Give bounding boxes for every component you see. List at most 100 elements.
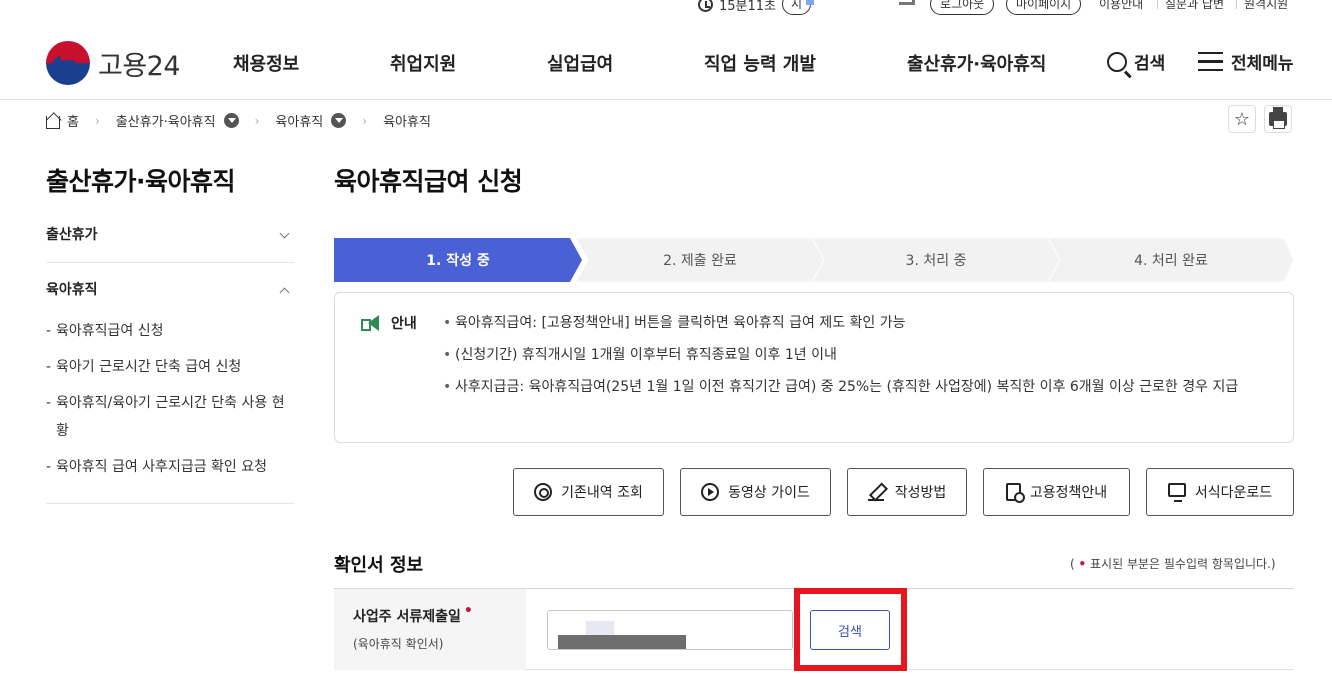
sidebar-nav: 출산휴가 육아휴직 육아휴직급여 신청 육아기 근로시간 단축 급여 신청 육아…	[46, 212, 294, 504]
utility-divider	[1236, 0, 1237, 9]
notice-item: 육아휴직급여: [고용정책안내] 버튼을 클릭하면 육아휴직 급여 제도 확인 …	[443, 309, 1263, 337]
utility-divider	[1157, 0, 1158, 9]
site-logo[interactable]: 고용24	[46, 41, 181, 85]
site-header: 고용24 채용정보 취업지원 실업급여 직업 능력 개발 출산휴가·육아휴직 검…	[0, 22, 1332, 100]
dropdown-arrow-icon[interactable]	[223, 113, 239, 128]
printer-icon	[1269, 107, 1287, 129]
nav-item-unemployment-benefit[interactable]: 실업급여	[547, 50, 613, 76]
required-mark-icon: •	[1078, 557, 1087, 571]
guide-link[interactable]: 이용안내	[1099, 0, 1143, 12]
notice-item: (신청기간) 휴직개시일 1개월 이후부터 휴직종료일 이후 1년 이내	[443, 341, 1263, 369]
history-lookup-button[interactable]: 기존내역 조회	[513, 468, 664, 516]
nav-item-vocational-training[interactable]: 직업 능력 개발	[704, 50, 816, 76]
play-icon	[701, 483, 720, 501]
chevron-right-icon: ›	[94, 113, 100, 128]
video-guide-label: 동영상 가이드	[728, 485, 810, 501]
step-2-label: 2. 제출 완료	[663, 253, 737, 269]
sidebar-item-label: 출산휴가	[46, 227, 98, 243]
header-search-label: 검색	[1134, 54, 1166, 74]
sidebar-group-parental-leave: 육아휴직 육아휴직급여 신청 육아기 근로시간 단축 급여 신청 육아휴직/육아…	[46, 267, 294, 504]
sidebar-subitem-deferred-payment[interactable]: 육아휴직 급여 사후지급금 확인 요청	[46, 453, 294, 481]
mypage-button[interactable]: 마이페이지	[1006, 0, 1082, 15]
form-label: 사업주 서류제출일 •	[353, 603, 473, 626]
megaphone-icon	[361, 315, 381, 331]
star-icon: ☆	[1233, 108, 1251, 130]
form-sublabel: (육아휴직 확인서)	[353, 637, 444, 651]
notice-item: 사후지급금: 육아휴직급여(25년 1월 1일 이전 휴직기간 급여) 중 25…	[443, 373, 1263, 401]
notice-heading-label: 안내	[391, 316, 417, 332]
all-menu-label: 전체메뉴	[1231, 54, 1294, 74]
nav-item-employment-support[interactable]: 취업지원	[390, 50, 456, 76]
at-icon	[534, 483, 553, 501]
notice-box: 안내 육아휴직급여: [고용정책안내] 버튼을 클릭하면 육아휴직 급여 제도 …	[334, 292, 1294, 443]
sidebar-item-label: 육아휴직	[46, 282, 98, 298]
chevron-up-icon	[279, 287, 290, 298]
chevron-right-icon: ›	[254, 113, 260, 128]
page-title: 육아휴직급여 신청	[334, 167, 523, 196]
chevron-down-icon	[279, 228, 290, 239]
step-2: 2. 제출 완료	[576, 238, 824, 282]
redacted-value	[558, 635, 686, 649]
breadcrumb-home[interactable]: 홈	[67, 111, 79, 130]
chevron-right-icon: ›	[362, 113, 368, 128]
header-search-button[interactable]: 검색	[1107, 49, 1165, 74]
sidebar-item-maternity-leave[interactable]: 출산휴가	[46, 212, 294, 262]
sidebar-subitem-benefit-application[interactable]: 육아휴직급여 신청	[46, 317, 294, 345]
session-timer: 15분11초 시	[698, 0, 812, 15]
print-button[interactable]	[1264, 105, 1292, 133]
required-note-open: (	[1070, 557, 1075, 571]
government-emblem-icon	[46, 41, 90, 85]
required-note: ( • 표시된 부분은 필수입력 항목입니다.)	[1070, 555, 1276, 572]
section-title: 확인서 정보	[334, 555, 424, 576]
search-icon	[1107, 51, 1127, 72]
highlight-annotation	[794, 588, 907, 671]
sidebar-subitem-usage-status[interactable]: 육아휴직/육아기 근로시간 단축 사용 현황	[46, 389, 294, 445]
document-search-icon	[1005, 483, 1025, 503]
policy-guide-label: 고용정책안내	[1029, 485, 1108, 501]
notification-icon[interactable]	[899, 0, 915, 5]
favorite-button[interactable]: ☆	[1228, 105, 1256, 133]
sidebar-subitem-reduced-hours-benefit[interactable]: 육아기 근로시간 단축 급여 신청	[46, 353, 294, 381]
step-3: 3. 처리 중	[812, 238, 1060, 282]
qa-link[interactable]: 질문과 답변	[1165, 0, 1224, 12]
how-to-write-label: 작성방법	[894, 485, 947, 501]
dropdown-arrow-icon[interactable]	[331, 113, 347, 128]
clock-icon	[698, 0, 713, 12]
utility-bar: 15분11초 시 로그아웃 마이페이지 이용안내 질문과 답변 원격지원	[0, 0, 1332, 15]
home-icon[interactable]	[46, 115, 60, 129]
logo-text: 고용24	[98, 50, 181, 82]
sidebar-title: 출산휴가·육아휴직	[46, 167, 236, 196]
history-lookup-label: 기존내역 조회	[561, 485, 643, 501]
nav-item-maternity-parental-leave[interactable]: 출산휴가·육아휴직	[907, 50, 1046, 76]
breadcrumb-item-subcategory[interactable]: 육아휴직	[275, 111, 323, 130]
logout-button[interactable]: 로그아웃	[930, 0, 995, 15]
required-mark-icon: •	[463, 603, 473, 619]
hamburger-menu-icon	[1198, 52, 1223, 71]
all-menu-button[interactable]: 전체메뉴	[1198, 49, 1294, 74]
video-guide-button[interactable]: 동영상 가이드	[680, 468, 831, 516]
form-download-button[interactable]: 서식다운로드	[1146, 468, 1294, 516]
step-1-label: 1. 작성 중	[426, 253, 490, 269]
pen-icon	[867, 483, 886, 501]
sidebar-item-parental-leave[interactable]: 육아휴직	[46, 267, 294, 317]
sidebar-submenu: 육아휴직급여 신청 육아기 근로시간 단축 급여 신청 육아휴직/육아기 근로시…	[46, 317, 294, 503]
step-4: 4. 처리 완료	[1048, 238, 1294, 282]
how-to-write-button[interactable]: 작성방법	[847, 468, 967, 516]
step-4-label: 4. 처리 완료	[1134, 253, 1208, 269]
breadcrumb: 홈 › 출산휴가·육아휴직 › 육아휴직 › 육아휴직	[46, 111, 431, 130]
submission-date-field[interactable]	[547, 610, 793, 650]
progress-steps: 1. 작성 중 2. 제출 완료 3. 처리 중 4. 처리 완료	[334, 238, 1294, 282]
remote-support-link[interactable]: 원격지원	[1244, 0, 1288, 12]
nav-item-jobs[interactable]: 채용정보	[233, 50, 299, 76]
extend-indicator	[806, 0, 814, 5]
breadcrumb-item-current: 육아휴직	[383, 115, 431, 130]
sidebar-group-maternity-leave: 출산휴가	[46, 212, 294, 263]
notice-heading: 안내	[361, 313, 417, 333]
form-download-label: 서식다운로드	[1194, 485, 1273, 501]
form-label-cell: 사업주 서류제출일 • (육아휴직 확인서)	[334, 589, 526, 670]
session-timer-text: 15분11초	[719, 0, 777, 14]
policy-guide-button[interactable]: 고용정책안내	[983, 468, 1130, 516]
form-label-text: 사업주 서류제출일	[353, 609, 461, 625]
notice-list: 육아휴직급여: [고용정책안내] 버튼을 클릭하면 육아휴직 급여 제도 확인 …	[443, 309, 1263, 405]
breadcrumb-item-category[interactable]: 출산휴가·육아휴직	[116, 111, 216, 130]
